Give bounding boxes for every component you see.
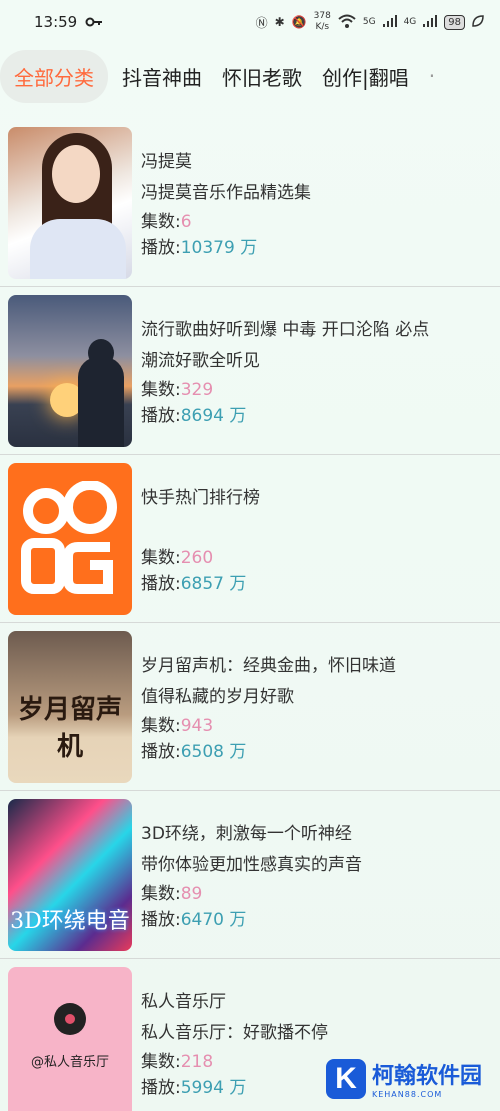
tab-covers[interactable]: 创作|翻唱 bbox=[322, 50, 409, 103]
playlist-title: 流行歌曲好听到爆 中毒 开口沦陷 必点 bbox=[141, 320, 430, 340]
playlist-subtitle: 值得私藏的岁月好歌 bbox=[141, 687, 294, 707]
watermark-name: 柯翰软件园 bbox=[371, 1064, 482, 1089]
nfc-icon: Ⓝ bbox=[255, 15, 268, 30]
playlist-cover bbox=[8, 127, 132, 279]
playlist-item[interactable]: 快手热门排行榜 - 集数:260 播放:6857 万 bbox=[0, 455, 500, 623]
signal-5g-icon: 5G bbox=[362, 17, 376, 27]
signal-bars-icon bbox=[382, 14, 397, 30]
watermark-logo: K bbox=[325, 1058, 366, 1099]
network-speed: 378 K/s bbox=[313, 11, 331, 32]
play-count: 播放:6470 万 bbox=[141, 910, 247, 930]
battery-icon: 98 bbox=[444, 14, 465, 30]
episode-count: 集数:943 bbox=[141, 716, 214, 736]
playlist-cover: 岁月留声机 bbox=[8, 631, 132, 783]
episode-count: 集数:89 bbox=[141, 884, 203, 904]
bluetooth-icon: ✱ bbox=[274, 15, 285, 29]
playlist-item[interactable]: 3D环绕电音 3D环绕，刺激每一个听神经 带你体验更加性感真实的声音 集数:89… bbox=[0, 791, 500, 959]
episode-count: 集数:6 bbox=[141, 212, 192, 232]
tab-oldies[interactable]: 怀旧老歌 bbox=[222, 50, 302, 103]
status-time: 13:59 bbox=[34, 13, 78, 31]
signal-4g-icon: 4G bbox=[403, 17, 417, 27]
playlist-subtitle: 私人音乐厅：好歌播不停 bbox=[141, 1023, 328, 1043]
mute-icon: 🔕 bbox=[291, 15, 307, 29]
tab-douyin[interactable]: 抖音神曲 bbox=[122, 50, 202, 103]
playlist-title: 冯提莫 bbox=[141, 152, 192, 172]
tab-all[interactable]: 全部分类 bbox=[0, 49, 108, 103]
playlist-cover bbox=[8, 295, 132, 447]
play-count: 播放:8694 万 bbox=[141, 406, 247, 426]
episode-count: 集数:329 bbox=[141, 380, 214, 400]
episode-count: 集数:260 bbox=[141, 548, 214, 568]
vinyl-icon bbox=[54, 1003, 86, 1035]
play-count: 播放:10379 万 bbox=[141, 238, 258, 258]
wifi-icon bbox=[338, 14, 356, 31]
playlist-item[interactable]: 流行歌曲好听到爆 中毒 开口沦陷 必点 潮流好歌全听见 集数:329 播放:86… bbox=[0, 287, 500, 455]
key-icon bbox=[85, 13, 103, 31]
playlist-title: 私人音乐厅 bbox=[141, 992, 226, 1012]
category-tabs: 全部分类 抖音神曲 怀旧老歌 创作|翻唱 · bbox=[0, 44, 500, 108]
playlist-subtitle: 潮流好歌全听见 bbox=[141, 351, 260, 371]
playlist-list: 冯提莫 冯提莫音乐作品精选集 集数:6 播放:10379 万 流行歌曲好听到爆 … bbox=[0, 119, 500, 1111]
tab-partial[interactable]: · bbox=[429, 52, 435, 100]
play-count: 播放:6857 万 bbox=[141, 574, 247, 594]
playlist-item[interactable]: 冯提莫 冯提莫音乐作品精选集 集数:6 播放:10379 万 bbox=[0, 119, 500, 287]
kuaishou-logo-cover bbox=[8, 463, 132, 615]
playlist-cover: @私人音乐厅 bbox=[8, 967, 132, 1111]
status-bar: 13:59 Ⓝ ✱ 🔕 378 K/s 5G 4G 98 bbox=[0, 0, 500, 44]
playlist-item[interactable]: 岁月留声机 岁月留声机：经典金曲，怀旧味道 值得私藏的岁月好歌 集数:943 播… bbox=[0, 623, 500, 791]
playlist-subtitle: 带你体验更加性感真实的声音 bbox=[141, 855, 362, 875]
playlist-title: 3D环绕，刺激每一个听神经 bbox=[141, 824, 352, 844]
signal-bars-icon bbox=[423, 14, 438, 30]
playlist-title: 快手热门排行榜 bbox=[141, 488, 260, 508]
playlist-title: 岁月留声机：经典金曲，怀旧味道 bbox=[141, 656, 396, 676]
playlist-cover: 3D环绕电音 bbox=[8, 799, 132, 951]
leaf-icon bbox=[472, 14, 484, 30]
site-watermark: K 柯翰软件园 KEHAN88.COM bbox=[325, 1058, 482, 1099]
watermark-url: KEHAN88.COM bbox=[371, 1090, 443, 1099]
play-count: 播放:6508 万 bbox=[141, 742, 247, 762]
playlist-subtitle: 冯提莫音乐作品精选集 bbox=[141, 183, 311, 203]
